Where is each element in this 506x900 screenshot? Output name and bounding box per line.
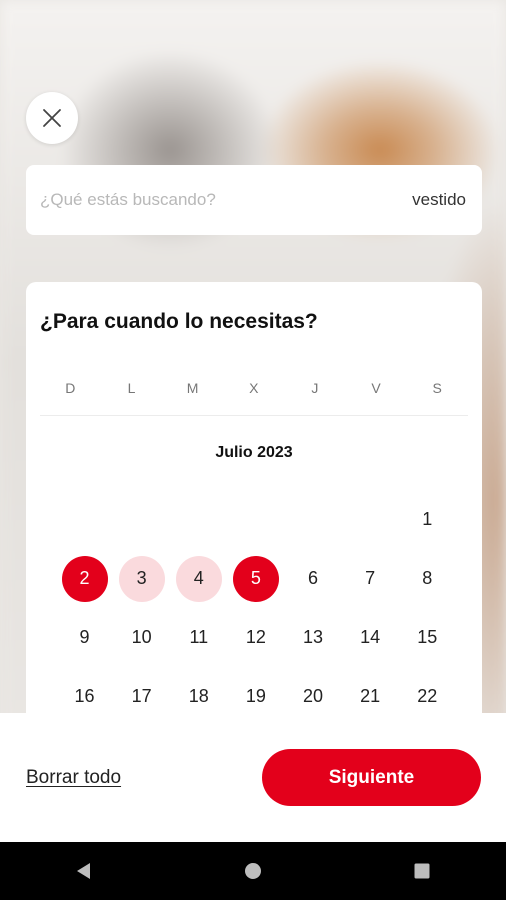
calendar-day[interactable]: 12 [233,615,279,661]
search-field[interactable]: ¿Qué estás buscando? vestido [26,165,482,235]
calendar-day[interactable]: 9 [62,615,108,661]
calendar-cell: 4 [170,549,227,608]
calendar-cell: 8 [399,549,456,608]
calendar-cell: 12 [227,608,284,667]
calendar-cell: 14 [342,608,399,667]
calendar-week-row: 2345678 [56,549,456,608]
calendar-day[interactable]: 13 [290,615,336,661]
weekday-label: X [249,380,259,396]
home-circle-icon [244,863,261,879]
calendar-cell [285,490,342,549]
calendar-cell [170,490,227,549]
nav-recents-button[interactable] [392,851,452,891]
calendar-week-row: 9 10 11 12 13 14 15 [56,608,456,667]
calendar-day[interactable]: 11 [176,615,222,661]
calendar-day[interactable]: 4 [175,555,222,602]
clear-all-link[interactable]: Borrar todo [26,767,121,789]
calendar-cell: 2 [56,549,113,608]
calendar-cell [342,490,399,549]
close-icon [43,109,61,127]
weekday-label: D [65,380,76,396]
weekday-label: S [432,380,443,396]
calendar-day[interactable]: 1 [404,497,450,543]
next-button[interactable]: Siguiente [262,749,481,806]
calendar-cell [227,490,284,549]
search-value: vestido [412,190,466,209]
close-button[interactable] [26,92,78,144]
calendar-grid: 1 2 3 4 5 6 7 8 9 10 11 12 13 14 15 16 17 18 19 20 21 22 [56,490,456,726]
status-bar [0,0,506,34]
calendar-day[interactable]: 15 [404,615,450,661]
calendar-day[interactable]: 8 [404,556,450,602]
weekday-label: V [371,380,382,396]
calendar-cell: 7 [342,549,399,608]
calendar-cell: 1 [399,490,456,549]
calendar-cell: 15 [399,608,456,667]
calendar-cell: 3 [113,549,170,608]
weekday-header: D L M X J V S [40,380,468,400]
calendar-day[interactable]: 2 [61,555,108,602]
calendar-cell: 13 [285,608,342,667]
nav-home-button[interactable] [223,851,283,891]
month-label: Julio 2023 [215,444,293,461]
calendar-day[interactable]: 14 [347,615,393,661]
date-picker-title: ¿Para cuando lo necesitas? [40,310,318,333]
system-nav-bar [0,842,506,900]
calendar-day[interactable]: 7 [347,556,393,602]
calendar-cell: 11 [170,608,227,667]
calendar-cell: 10 [113,608,170,667]
bottom-action-bar: Borrar todo Siguiente [0,713,506,842]
weekday-label: J [311,380,319,396]
weekday-label: L [127,380,136,396]
calendar-day[interactable]: 5 [232,555,279,602]
calendar-day[interactable]: 6 [290,556,336,602]
calendar-cell: 5 [227,549,284,608]
calendar-day[interactable]: 10 [119,615,165,661]
calendar-cell [113,490,170,549]
calendar-cell [56,490,113,549]
nav-back-button[interactable] [54,851,114,891]
calendar-week-row: 1 [56,490,456,549]
calendar-day[interactable]: 3 [118,555,165,602]
calendar-cell: 6 [285,549,342,608]
weekday-divider [40,415,468,416]
back-triangle-icon [77,863,91,879]
weekday-label: M [186,380,199,396]
search-label: ¿Qué estás buscando? [40,190,216,209]
date-picker-card: ¿Para cuando lo necesitas? D L M X J V S… [26,282,482,742]
recents-square-icon [414,863,430,879]
calendar-cell: 9 [56,608,113,667]
